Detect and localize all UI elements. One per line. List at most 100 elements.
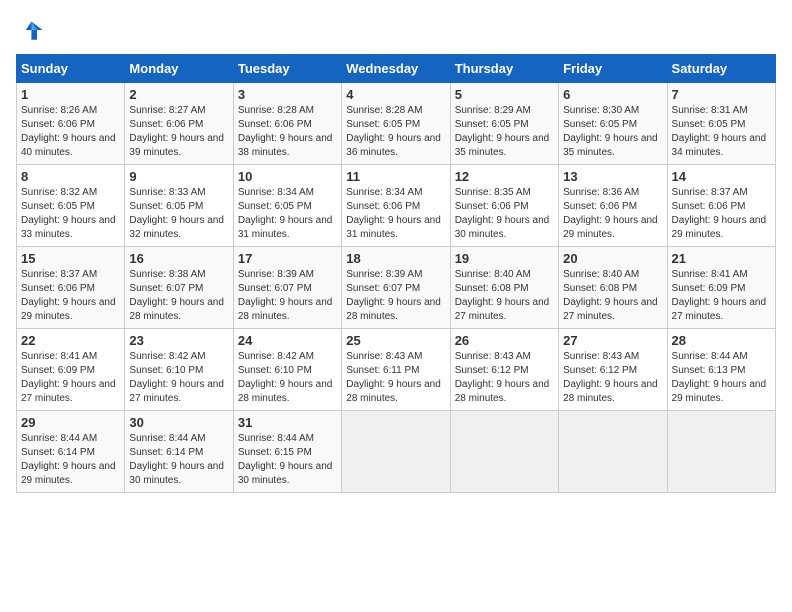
weekday-header-friday: Friday bbox=[559, 55, 667, 83]
day-info: Sunrise: 8:33 AMSunset: 6:05 PMDaylight:… bbox=[129, 187, 224, 240]
day-info: Sunrise: 8:28 AMSunset: 6:06 PMDaylight:… bbox=[238, 105, 333, 158]
day-info: Sunrise: 8:37 AMSunset: 6:06 PMDaylight:… bbox=[672, 187, 767, 240]
day-info: Sunrise: 8:41 AMSunset: 6:09 PMDaylight:… bbox=[672, 269, 767, 322]
weekday-header-row: SundayMondayTuesdayWednesdayThursdayFrid… bbox=[17, 55, 776, 83]
calendar-week-row: 29 Sunrise: 8:44 AMSunset: 6:14 PMDaylig… bbox=[17, 411, 776, 493]
calendar-cell: 31 Sunrise: 8:44 AMSunset: 6:15 PMDaylig… bbox=[233, 411, 341, 493]
calendar-cell: 8 Sunrise: 8:32 AMSunset: 6:05 PMDayligh… bbox=[17, 165, 125, 247]
day-info: Sunrise: 8:36 AMSunset: 6:06 PMDaylight:… bbox=[563, 187, 658, 240]
calendar-week-row: 8 Sunrise: 8:32 AMSunset: 6:05 PMDayligh… bbox=[17, 165, 776, 247]
calendar-cell bbox=[559, 411, 667, 493]
calendar-cell: 14 Sunrise: 8:37 AMSunset: 6:06 PMDaylig… bbox=[667, 165, 775, 247]
day-info: Sunrise: 8:42 AMSunset: 6:10 PMDaylight:… bbox=[129, 351, 224, 404]
calendar-week-row: 15 Sunrise: 8:37 AMSunset: 6:06 PMDaylig… bbox=[17, 247, 776, 329]
day-number: 17 bbox=[238, 251, 337, 266]
calendar-cell: 9 Sunrise: 8:33 AMSunset: 6:05 PMDayligh… bbox=[125, 165, 233, 247]
calendar-cell: 7 Sunrise: 8:31 AMSunset: 6:05 PMDayligh… bbox=[667, 83, 775, 165]
day-number: 3 bbox=[238, 87, 337, 102]
calendar-cell bbox=[342, 411, 450, 493]
day-number: 23 bbox=[129, 333, 228, 348]
day-info: Sunrise: 8:29 AMSunset: 6:05 PMDaylight:… bbox=[455, 105, 550, 158]
day-info: Sunrise: 8:34 AMSunset: 6:06 PMDaylight:… bbox=[346, 187, 441, 240]
day-number: 20 bbox=[563, 251, 662, 266]
day-info: Sunrise: 8:39 AMSunset: 6:07 PMDaylight:… bbox=[346, 269, 441, 322]
calendar-cell bbox=[450, 411, 558, 493]
day-number: 26 bbox=[455, 333, 554, 348]
day-number: 14 bbox=[672, 169, 771, 184]
day-number: 2 bbox=[129, 87, 228, 102]
calendar-cell: 5 Sunrise: 8:29 AMSunset: 6:05 PMDayligh… bbox=[450, 83, 558, 165]
calendar-cell: 15 Sunrise: 8:37 AMSunset: 6:06 PMDaylig… bbox=[17, 247, 125, 329]
day-info: Sunrise: 8:41 AMSunset: 6:09 PMDaylight:… bbox=[21, 351, 116, 404]
day-info: Sunrise: 8:44 AMSunset: 6:14 PMDaylight:… bbox=[21, 433, 116, 486]
calendar-cell: 30 Sunrise: 8:44 AMSunset: 6:14 PMDaylig… bbox=[125, 411, 233, 493]
day-info: Sunrise: 8:38 AMSunset: 6:07 PMDaylight:… bbox=[129, 269, 224, 322]
day-info: Sunrise: 8:44 AMSunset: 6:14 PMDaylight:… bbox=[129, 433, 224, 486]
day-number: 22 bbox=[21, 333, 120, 348]
day-number: 16 bbox=[129, 251, 228, 266]
calendar-cell: 10 Sunrise: 8:34 AMSunset: 6:05 PMDaylig… bbox=[233, 165, 341, 247]
day-info: Sunrise: 8:32 AMSunset: 6:05 PMDaylight:… bbox=[21, 187, 116, 240]
day-info: Sunrise: 8:26 AMSunset: 6:06 PMDaylight:… bbox=[21, 105, 116, 158]
calendar-cell: 27 Sunrise: 8:43 AMSunset: 6:12 PMDaylig… bbox=[559, 329, 667, 411]
day-info: Sunrise: 8:40 AMSunset: 6:08 PMDaylight:… bbox=[563, 269, 658, 322]
day-number: 12 bbox=[455, 169, 554, 184]
calendar-cell: 19 Sunrise: 8:40 AMSunset: 6:08 PMDaylig… bbox=[450, 247, 558, 329]
day-info: Sunrise: 8:40 AMSunset: 6:08 PMDaylight:… bbox=[455, 269, 550, 322]
weekday-header-saturday: Saturday bbox=[667, 55, 775, 83]
day-number: 18 bbox=[346, 251, 445, 266]
day-info: Sunrise: 8:35 AMSunset: 6:06 PMDaylight:… bbox=[455, 187, 550, 240]
calendar-cell: 25 Sunrise: 8:43 AMSunset: 6:11 PMDaylig… bbox=[342, 329, 450, 411]
calendar-cell: 1 Sunrise: 8:26 AMSunset: 6:06 PMDayligh… bbox=[17, 83, 125, 165]
calendar-cell: 21 Sunrise: 8:41 AMSunset: 6:09 PMDaylig… bbox=[667, 247, 775, 329]
day-number: 25 bbox=[346, 333, 445, 348]
day-number: 6 bbox=[563, 87, 662, 102]
calendar-cell: 22 Sunrise: 8:41 AMSunset: 6:09 PMDaylig… bbox=[17, 329, 125, 411]
day-number: 1 bbox=[21, 87, 120, 102]
day-number: 15 bbox=[21, 251, 120, 266]
calendar-week-row: 1 Sunrise: 8:26 AMSunset: 6:06 PMDayligh… bbox=[17, 83, 776, 165]
calendar-cell: 26 Sunrise: 8:43 AMSunset: 6:12 PMDaylig… bbox=[450, 329, 558, 411]
day-number: 5 bbox=[455, 87, 554, 102]
calendar-cell: 24 Sunrise: 8:42 AMSunset: 6:10 PMDaylig… bbox=[233, 329, 341, 411]
calendar-table: SundayMondayTuesdayWednesdayThursdayFrid… bbox=[16, 54, 776, 493]
weekday-header-thursday: Thursday bbox=[450, 55, 558, 83]
calendar-cell: 16 Sunrise: 8:38 AMSunset: 6:07 PMDaylig… bbox=[125, 247, 233, 329]
weekday-header-tuesday: Tuesday bbox=[233, 55, 341, 83]
day-number: 24 bbox=[238, 333, 337, 348]
day-info: Sunrise: 8:42 AMSunset: 6:10 PMDaylight:… bbox=[238, 351, 333, 404]
day-number: 30 bbox=[129, 415, 228, 430]
calendar-cell: 2 Sunrise: 8:27 AMSunset: 6:06 PMDayligh… bbox=[125, 83, 233, 165]
calendar-cell: 6 Sunrise: 8:30 AMSunset: 6:05 PMDayligh… bbox=[559, 83, 667, 165]
header bbox=[16, 16, 776, 44]
day-number: 21 bbox=[672, 251, 771, 266]
day-number: 28 bbox=[672, 333, 771, 348]
day-number: 8 bbox=[21, 169, 120, 184]
calendar-cell: 13 Sunrise: 8:36 AMSunset: 6:06 PMDaylig… bbox=[559, 165, 667, 247]
day-info: Sunrise: 8:31 AMSunset: 6:05 PMDaylight:… bbox=[672, 105, 767, 158]
calendar-cell: 18 Sunrise: 8:39 AMSunset: 6:07 PMDaylig… bbox=[342, 247, 450, 329]
day-info: Sunrise: 8:34 AMSunset: 6:05 PMDaylight:… bbox=[238, 187, 333, 240]
day-number: 10 bbox=[238, 169, 337, 184]
weekday-header-wednesday: Wednesday bbox=[342, 55, 450, 83]
day-number: 4 bbox=[346, 87, 445, 102]
day-info: Sunrise: 8:44 AMSunset: 6:13 PMDaylight:… bbox=[672, 351, 767, 404]
day-info: Sunrise: 8:30 AMSunset: 6:05 PMDaylight:… bbox=[563, 105, 658, 158]
day-info: Sunrise: 8:44 AMSunset: 6:15 PMDaylight:… bbox=[238, 433, 333, 486]
day-info: Sunrise: 8:27 AMSunset: 6:06 PMDaylight:… bbox=[129, 105, 224, 158]
day-info: Sunrise: 8:43 AMSunset: 6:12 PMDaylight:… bbox=[563, 351, 658, 404]
day-number: 31 bbox=[238, 415, 337, 430]
weekday-header-monday: Monday bbox=[125, 55, 233, 83]
weekday-header-sunday: Sunday bbox=[17, 55, 125, 83]
day-info: Sunrise: 8:43 AMSunset: 6:12 PMDaylight:… bbox=[455, 351, 550, 404]
day-number: 11 bbox=[346, 169, 445, 184]
day-number: 13 bbox=[563, 169, 662, 184]
calendar-cell: 28 Sunrise: 8:44 AMSunset: 6:13 PMDaylig… bbox=[667, 329, 775, 411]
calendar-cell: 23 Sunrise: 8:42 AMSunset: 6:10 PMDaylig… bbox=[125, 329, 233, 411]
logo bbox=[16, 16, 48, 44]
calendar-cell: 12 Sunrise: 8:35 AMSunset: 6:06 PMDaylig… bbox=[450, 165, 558, 247]
calendar-cell: 29 Sunrise: 8:44 AMSunset: 6:14 PMDaylig… bbox=[17, 411, 125, 493]
calendar-cell bbox=[667, 411, 775, 493]
calendar-week-row: 22 Sunrise: 8:41 AMSunset: 6:09 PMDaylig… bbox=[17, 329, 776, 411]
day-info: Sunrise: 8:39 AMSunset: 6:07 PMDaylight:… bbox=[238, 269, 333, 322]
